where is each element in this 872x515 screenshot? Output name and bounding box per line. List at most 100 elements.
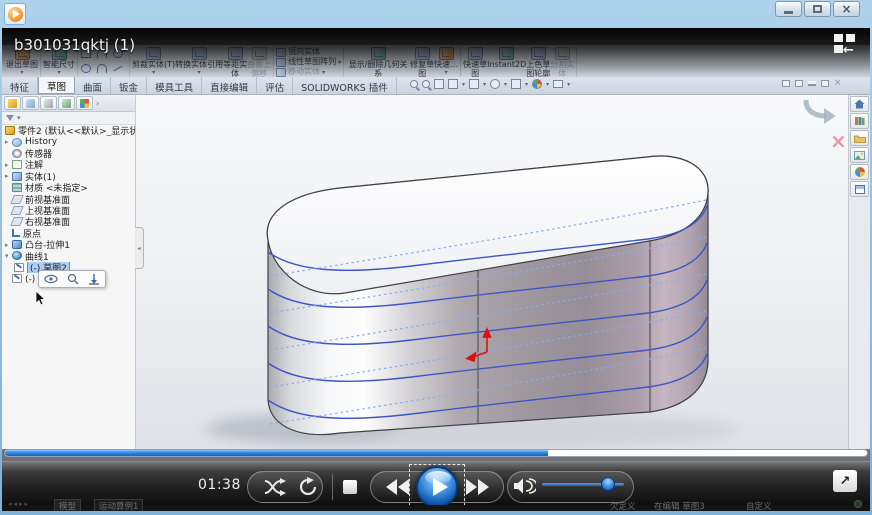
view-settings-icon[interactable] [553,80,563,88]
expand-arrow-icon[interactable]: ▸ [5,138,12,146]
quick-snaps-icon [439,47,454,60]
rewind-button[interactable] [385,479,411,495]
tree-item-sensors[interactable]: 传感器 [2,148,135,159]
previous-view-icon[interactable] [434,79,444,89]
repair-sketch-button[interactable]: 修复草 图 [410,46,434,78]
tab-mold-tools[interactable]: 模具工具 [147,77,202,94]
hide-show-eye-icon[interactable] [44,274,58,284]
displaymanager-tab[interactable] [76,96,93,110]
tree-filter-row[interactable]: ▾ [2,112,135,125]
tab-sheet-metal[interactable]: 钣金 [111,77,147,94]
tab-addins[interactable]: SOLIDWORKS 插件 [293,77,397,94]
minimize-icon [784,11,793,14]
segment-entities-icon [555,47,570,60]
quick-snaps-button[interactable]: 快速… ▾ [434,46,458,75]
zoom-fit-icon[interactable] [410,80,418,88]
resources-button[interactable] [850,96,869,112]
volume-icon[interactable] [514,477,536,495]
doc-close-icon[interactable]: × [834,80,842,87]
more-tabs-icon[interactable]: › [96,99,99,108]
tree-item-boss-extrude[interactable]: ▸ 凸台-拉伸1 [2,239,135,250]
doc-restore-icon[interactable] [782,80,790,87]
restore-button[interactable] [804,1,831,17]
normal-to-icon[interactable] [88,273,100,285]
file-explorer-button[interactable] [850,130,869,146]
offset-on-surface-button[interactable]: 曲面上 偏移 [247,46,271,78]
tree-item-history[interactable]: ▸ History [2,136,135,147]
instant2d-button[interactable]: Instant2D [487,46,526,70]
mirror-entities-button[interactable]: 镜向实体 [276,48,341,57]
tab-direct-editing[interactable]: 直接编辑 [202,77,257,94]
player-app-icon[interactable] [4,3,26,25]
trim-entities-button[interactable]: 剪裁实体(T) ▾ [132,46,175,75]
tree-item-root[interactable]: 零件2 (默认<<默认>_显示状 [2,125,135,136]
zoom-area-icon[interactable] [422,80,430,88]
tree-item-annotations[interactable]: ▸ 注解 [2,159,135,170]
move-entities-button[interactable]: 移动实体 ▾ [276,68,341,77]
spline-sketch-icon[interactable] [97,64,107,73]
mouse-cursor [35,291,46,306]
cancel-sketch-icon[interactable]: × [830,129,847,153]
time-display: 01:38 [198,477,241,493]
chevron-down-icon: ▾ [525,81,528,88]
ellipse-sketch-icon[interactable] [81,64,91,73]
dimxpert-tab[interactable] [58,96,75,110]
tree-item-top-plane[interactable]: 上视基准面 [2,205,135,216]
appearances-button[interactable] [850,164,869,180]
design-library-button[interactable] [850,113,869,129]
tree-item-material[interactable]: 材质 <未指定> [2,182,135,193]
convert-entities-button[interactable]: 转换实体引用 ▾ [175,46,223,75]
view-orientation-icon[interactable] [469,79,479,89]
volume-knob[interactable] [601,477,615,491]
linear-pattern-icon [276,58,286,67]
zoom-to-selection-icon[interactable] [67,273,79,285]
tab-surfaces[interactable]: 曲面 [75,77,111,94]
tree-item-front-plane[interactable]: 前视基准面 [2,193,135,204]
custom-properties-button[interactable] [850,181,869,197]
rapid-sketch-button[interactable]: 快速草 图 [463,46,487,78]
overlay-grid-icon[interactable]: ← [834,34,860,56]
doc-new-window-icon[interactable] [795,80,803,87]
tab-features[interactable]: 特征 [2,77,38,94]
task-pane [848,95,870,449]
tree-item-curve[interactable]: ▾ 曲线1 [2,250,135,261]
configurationmanager-tab[interactable] [40,96,57,110]
stop-button[interactable] [343,480,357,494]
panel-collapse-tab[interactable]: ◂ [135,227,144,269]
expand-arrow-icon[interactable]: ▸ [5,161,12,169]
repeat-icon[interactable] [299,477,319,497]
display-style-icon[interactable] [490,79,500,89]
expand-arrow-icon[interactable]: ▸ [5,241,12,249]
doc-minimize-icon[interactable] [808,81,816,86]
tree-item-right-plane[interactable]: 右视基准面 [2,216,135,227]
tree-item-origin[interactable]: 原点 [2,228,135,239]
play-button[interactable] [416,466,458,508]
minimize-button[interactable] [775,1,802,17]
volume-track[interactable] [542,483,624,486]
fullscreen-button[interactable]: ↗ [833,470,857,492]
propertymanager-tab[interactable] [22,96,39,110]
offset-entities-button[interactable]: 等距实 体 [223,46,247,78]
view-palette-button[interactable] [850,147,869,163]
player-controls: 01:38 [2,461,870,505]
tab-evaluate[interactable]: 评估 [257,77,293,94]
linear-pattern-button[interactable]: 线性草图阵列 ▾ [276,58,341,67]
move-entities-icon [276,68,286,77]
video-progress-bar[interactable] [4,449,868,457]
doc-cascade-icon[interactable] [821,80,829,87]
hide-show-items-icon[interactable] [511,79,521,89]
tab-sketch[interactable]: 草图 [38,77,75,94]
tree-item-solid-bodies[interactable]: ▸ 实体(1) [2,171,135,182]
fast-forward-button[interactable] [464,479,490,495]
confirmation-corner[interactable] [806,100,836,124]
section-view-icon[interactable] [448,79,458,89]
solidworks-window: 退出草图 ▾ 智能尺寸 ▾ [2,28,870,511]
shaded-contours-button[interactable]: 上色草 图轮廓 [526,46,550,78]
close-button[interactable]: × [833,1,860,17]
segment-entities-button[interactable]: 分割实 体 [550,46,574,78]
expand-arrow-icon[interactable]: ▾ [5,252,12,260]
shuffle-icon[interactable] [264,478,290,496]
expand-arrow-icon[interactable]: ▸ [5,172,12,180]
featuremanager-tab[interactable] [4,96,21,110]
appearances-icon[interactable] [532,79,542,89]
